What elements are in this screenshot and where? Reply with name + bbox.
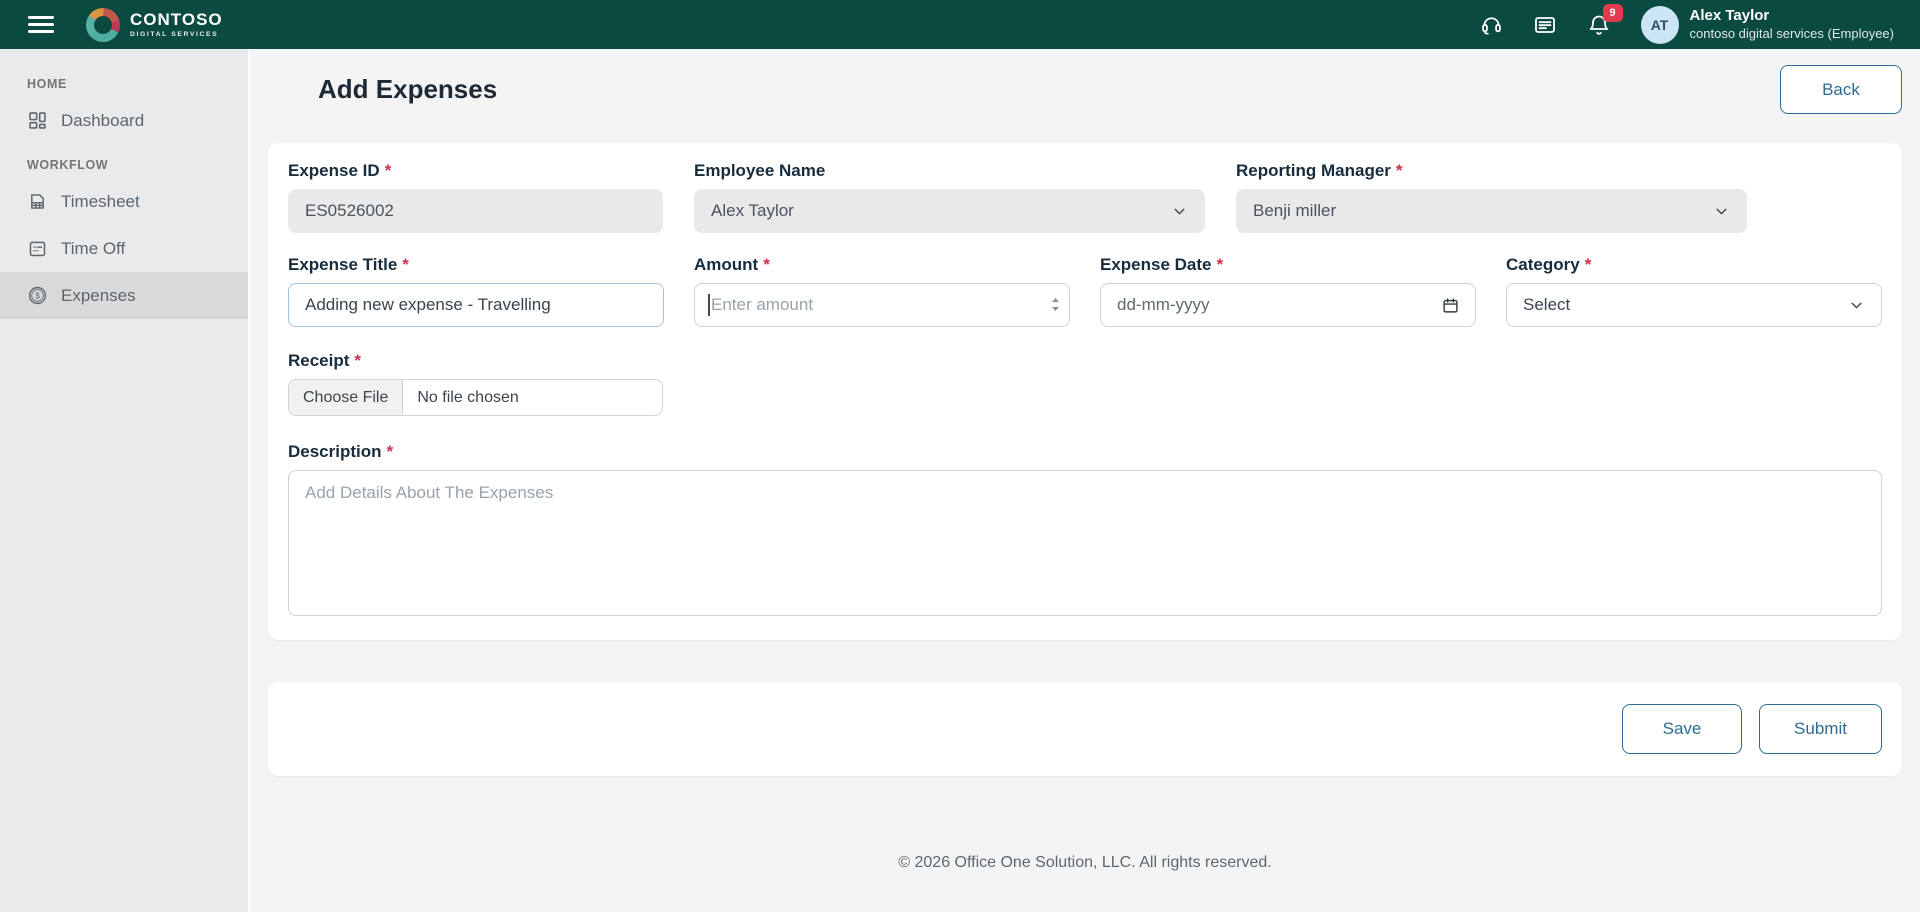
description-label: Description* <box>288 442 1882 462</box>
employee-name-label: Employee Name <box>694 161 1205 181</box>
sidebar-item-label: Dashboard <box>61 111 144 131</box>
user-name: Alex Taylor <box>1690 7 1894 26</box>
text-cursor <box>708 294 710 316</box>
sidebar-item-label: Time Off <box>61 239 125 259</box>
expense-title-input[interactable] <box>288 283 664 327</box>
chevron-down-icon <box>1171 203 1188 220</box>
page-title: Add Expenses <box>318 74 497 105</box>
number-stepper[interactable] <box>1051 297 1060 312</box>
amount-label: Amount* <box>694 255 1070 275</box>
brand-tagline: DIGITAL SERVICES <box>130 31 223 38</box>
required-asterisk: * <box>385 161 392 181</box>
avatar: AT <box>1641 6 1679 44</box>
receipt-label: Receipt* <box>288 351 663 371</box>
reporting-manager-select[interactable]: Benji miller <box>1236 189 1747 233</box>
category-select[interactable]: Select <box>1506 283 1882 327</box>
amount-input[interactable] <box>694 283 1070 327</box>
required-asterisk: * <box>1396 161 1403 181</box>
stepper-down-icon <box>1051 306 1060 312</box>
form-actions-card: Save Submit <box>268 682 1902 776</box>
contoso-logo-icon <box>86 8 120 42</box>
expense-date-input[interactable]: dd-mm-yyyy <box>1100 283 1476 327</box>
required-asterisk: * <box>402 255 409 275</box>
user-org: contoso digital services (Employee) <box>1690 26 1894 42</box>
employee-name-select[interactable]: Alex Taylor <box>694 189 1205 233</box>
category-label: Category* <box>1506 255 1882 275</box>
calendar-icon <box>1442 297 1459 314</box>
receipt-file-input[interactable]: Choose File No file chosen <box>288 379 663 416</box>
svg-text:$: $ <box>35 290 40 300</box>
chevron-down-icon <box>1848 297 1865 314</box>
announcements-button[interactable] <box>1533 13 1557 37</box>
expense-id-label: Expense ID* <box>288 161 663 181</box>
hamburger-icon <box>28 16 54 19</box>
stepper-up-icon <box>1051 297 1060 303</box>
date-picker-button[interactable] <box>1442 297 1459 314</box>
support-button[interactable] <box>1480 13 1503 36</box>
notifications-button[interactable]: 9 <box>1587 13 1611 37</box>
main-content: Add Expenses Back Expense ID* Employee N… <box>250 49 1920 912</box>
dashboard-grid-icon <box>27 110 48 131</box>
file-chosen-status: No file chosen <box>403 380 532 415</box>
copyright-footer: © 2026 Office One Solution, LLC. All rig… <box>268 854 1902 872</box>
newspaper-icon <box>1533 13 1557 37</box>
sidebar-section-home: HOME <box>0 63 248 97</box>
submit-button[interactable]: Submit <box>1759 704 1882 754</box>
chevron-down-icon <box>1713 203 1730 220</box>
choose-file-button[interactable]: Choose File <box>289 380 403 415</box>
required-asterisk: * <box>387 442 394 462</box>
expense-form-card: Expense ID* Employee Name Alex Taylor <box>268 143 1902 640</box>
top-navbar: CONTOSO DIGITAL SERVICES <box>0 0 1920 49</box>
required-asterisk: * <box>1585 255 1592 275</box>
description-textarea[interactable] <box>288 470 1882 616</box>
contoso-logo[interactable]: CONTOSO DIGITAL SERVICES <box>86 8 223 42</box>
sidebar-item-timesheet[interactable]: Timesheet <box>0 178 248 225</box>
brand-name: CONTOSO <box>130 11 223 28</box>
hamburger-menu-button[interactable] <box>22 10 60 39</box>
sidebar-section-workflow: WORKFLOW <box>0 144 248 178</box>
headset-icon <box>1480 13 1503 36</box>
sidebar-item-dashboard[interactable]: Dashboard <box>0 97 248 144</box>
sidebar: HOME Dashboard WORKFLOW Timesheet <box>0 49 250 912</box>
timeoff-calendar-icon <box>27 238 48 259</box>
reporting-manager-label: Reporting Manager* <box>1236 161 1747 181</box>
sidebar-item-label: Timesheet <box>61 192 140 212</box>
expense-title-label: Expense Title* <box>288 255 664 275</box>
expense-id-input[interactable] <box>288 189 663 233</box>
save-button[interactable]: Save <box>1622 704 1742 754</box>
back-button[interactable]: Back <box>1780 65 1902 114</box>
expenses-dollar-icon: $ <box>27 285 48 306</box>
expense-date-label: Expense Date* <box>1100 255 1476 275</box>
notification-badge: 9 <box>1603 4 1623 22</box>
sidebar-item-expenses[interactable]: $ Expenses <box>0 272 248 319</box>
sidebar-item-label: Expenses <box>61 286 136 306</box>
timesheet-document-icon <box>27 191 48 212</box>
required-asterisk: * <box>763 255 770 275</box>
user-menu[interactable]: AT Alex Taylor contoso digital services … <box>1641 6 1894 44</box>
sidebar-item-timeoff[interactable]: Time Off <box>0 225 248 272</box>
required-asterisk: * <box>1217 255 1224 275</box>
required-asterisk: * <box>354 351 361 371</box>
